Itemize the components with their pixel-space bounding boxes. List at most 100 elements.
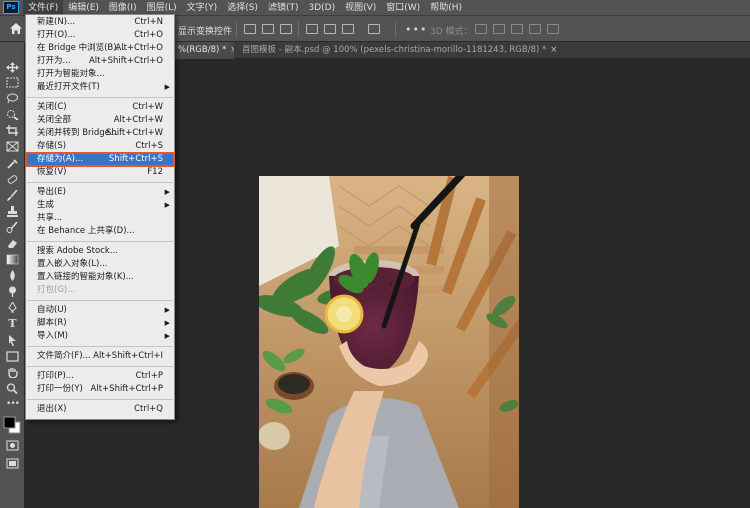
submenu-arrow-icon: ▶ [164, 332, 170, 340]
3d-mode-label: 3D 模式： [430, 27, 473, 37]
more-options-icon[interactable]: ••• [405, 23, 427, 36]
shortcut: Ctrl+P [135, 371, 163, 381]
crop-tool-icon[interactable] [6, 125, 19, 136]
menu-item-print-one-copy[interactable]: 打印一份(Y) Alt+Shift+Ctrl+P [26, 383, 174, 396]
3d-rotate-icon[interactable] [475, 24, 487, 34]
brush-tool-icon[interactable] [6, 190, 19, 201]
menu-item-automate[interactable]: 自动(U) ▶ [26, 304, 174, 317]
menu-item-print[interactable]: 打印(P)... Ctrl+P [26, 370, 174, 383]
menu-item-scripts[interactable]: 脚本(R) ▶ [26, 317, 174, 330]
shortcut: Alt+Ctrl+O [115, 43, 163, 53]
healing-brush-tool-icon[interactable] [6, 174, 19, 185]
align-right-icon[interactable] [280, 24, 292, 34]
eyedropper-tool-icon[interactable] [6, 158, 19, 169]
zoom-tool-icon[interactable] [6, 383, 19, 394]
menu-item-close-all[interactable]: 关闭全部 Alt+Ctrl+W [26, 114, 174, 127]
submenu-arrow-icon: ▶ [164, 306, 170, 314]
menu-item-search-adobe-stock[interactable]: 搜索 Adobe Stock... [26, 245, 174, 258]
menu-item-open-as-smart-object[interactable]: 打开为智能对象... [26, 68, 174, 81]
document-tab-active[interactable]: %(RGB/8) * × [172, 42, 234, 59]
lasso-tool-icon[interactable] [6, 93, 19, 104]
menu-help[interactable]: 帮助(H) [425, 0, 467, 16]
menu-item-place-embedded[interactable]: 置入嵌入对象(L)... [26, 258, 174, 271]
menu-filter[interactable]: 滤镜(T) [263, 0, 304, 16]
menu-item-share[interactable]: 共享... [26, 212, 174, 225]
shortcut: Ctrl+S [135, 141, 163, 151]
dodge-tool-icon[interactable] [6, 286, 19, 297]
marquee-tool-icon[interactable] [6, 77, 19, 88]
menu-item-open-recent[interactable]: 最近打开文件(T) ▶ [26, 81, 174, 94]
type-tool-icon[interactable]: T [6, 318, 19, 329]
menu-item-generate[interactable]: 生成 ▶ [26, 199, 174, 212]
document-tab[interactable]: 首图模板 - 副本.psd @ 100% (pexels-christina-m… [236, 42, 563, 59]
menu-type[interactable]: 文字(Y) [182, 0, 223, 16]
photoshop-logo-icon: Ps [3, 1, 19, 14]
distribute-icon[interactable] [368, 24, 380, 34]
eraser-tool-icon[interactable] [6, 238, 19, 249]
menu-view[interactable]: 视图(V) [340, 0, 381, 16]
options-separator [236, 21, 237, 37]
menu-item-save-as[interactable]: 存储为(A)... Shift+Ctrl+S [25, 152, 175, 167]
hand-tool-icon[interactable] [6, 367, 19, 378]
menu-window[interactable]: 窗口(W) [381, 0, 425, 16]
path-selection-tool-icon[interactable] [6, 335, 19, 346]
menu-separator [27, 241, 173, 242]
file-menu-dropdown: 新建(N)... Ctrl+N 打开(O)... Ctrl+O 在 Bridge 中… [25, 14, 175, 420]
align-left-icon[interactable] [244, 24, 256, 34]
clone-stamp-tool-icon[interactable] [6, 206, 19, 217]
menu-item-open-as[interactable]: 打开为... Alt+Shift+Ctrl+O [26, 55, 174, 68]
options-separator [298, 21, 299, 37]
align-center-icon[interactable] [262, 24, 274, 34]
align-bottom-icon[interactable] [342, 24, 354, 34]
menu-item-share-on-behance[interactable]: 在 Behance 上共享(D)... [26, 225, 174, 238]
align-top-icon[interactable] [306, 24, 318, 34]
submenu-arrow-icon: ▶ [164, 201, 170, 209]
blur-tool-icon[interactable] [6, 270, 19, 281]
quick-selection-tool-icon[interactable] [6, 109, 19, 120]
tab-label: 首图模板 - 副本.psd @ 100% (pexels-christina-m… [242, 45, 547, 55]
show-transform-controls-label[interactable]: 显示变换控件 [178, 24, 232, 37]
more-tools-icon[interactable]: ••• [6, 400, 20, 411]
menu-select[interactable]: 选择(S) [222, 0, 263, 16]
options-separator [395, 21, 396, 37]
3d-pan-icon[interactable] [511, 24, 523, 34]
color-swatches-icon[interactable] [3, 416, 22, 435]
move-tool-icon[interactable] [6, 62, 19, 73]
menu-item-close[interactable]: 关闭(C) Ctrl+W [26, 101, 174, 114]
3d-scale-icon[interactable] [547, 24, 559, 34]
home-icon[interactable] [9, 22, 23, 35]
shortcut: Ctrl+Q [134, 404, 163, 414]
smoothie-photo [259, 176, 519, 508]
close-icon[interactable]: × [550, 45, 557, 55]
menu-item-save[interactable]: 存储(S) Ctrl+S [26, 140, 174, 153]
menu-item-revert[interactable]: 恢复(V) F12 [26, 166, 174, 179]
menu-item-browse-in-bridge[interactable]: 在 Bridge 中浏览(B)... Alt+Ctrl+O [26, 42, 174, 55]
3d-slide-icon[interactable] [529, 24, 541, 34]
gradient-tool-icon[interactable] [6, 254, 19, 265]
document-image[interactable] [259, 176, 519, 508]
shortcut: F12 [147, 167, 163, 177]
shortcut: Alt+Ctrl+W [113, 115, 163, 125]
shortcut: Alt+Shift+Ctrl+P [90, 384, 163, 394]
shortcut: Shift+Ctrl+W [105, 128, 163, 138]
frame-tool-icon[interactable] [6, 141, 19, 152]
menu-item-package: 打包(G)... [37, 285, 76, 295]
menu-item-open[interactable]: 打开(O)... Ctrl+O [26, 29, 174, 42]
menu-separator [27, 366, 173, 367]
quick-mask-icon[interactable] [6, 440, 19, 451]
close-icon[interactable]: × [230, 45, 234, 55]
menu-item-export[interactable]: 导出(E) ▶ [26, 186, 174, 199]
menu-3d[interactable]: 3D(D) [303, 0, 340, 16]
menu-item-close-and-go-to-bridge[interactable]: 关闭并转到 Bridge... Shift+Ctrl+W [26, 127, 174, 140]
menu-item-file-info[interactable]: 文件简介(F)... Alt+Shift+Ctrl+I [26, 350, 174, 363]
history-brush-tool-icon[interactable] [6, 222, 19, 233]
menu-item-place-linked[interactable]: 置入链接的智能对象(K)... [26, 271, 174, 284]
pen-tool-icon[interactable] [6, 302, 19, 313]
menu-item-import[interactable]: 导入(M) ▶ [26, 330, 174, 343]
menu-item-exit[interactable]: 退出(X) Ctrl+Q [26, 403, 174, 416]
3d-roll-icon[interactable] [493, 24, 505, 34]
menu-item-new[interactable]: 新建(N)... Ctrl+N [26, 16, 174, 29]
screen-mode-icon[interactable] [6, 458, 19, 469]
align-middle-icon[interactable] [324, 24, 336, 34]
rectangle-tool-icon[interactable] [6, 351, 19, 362]
